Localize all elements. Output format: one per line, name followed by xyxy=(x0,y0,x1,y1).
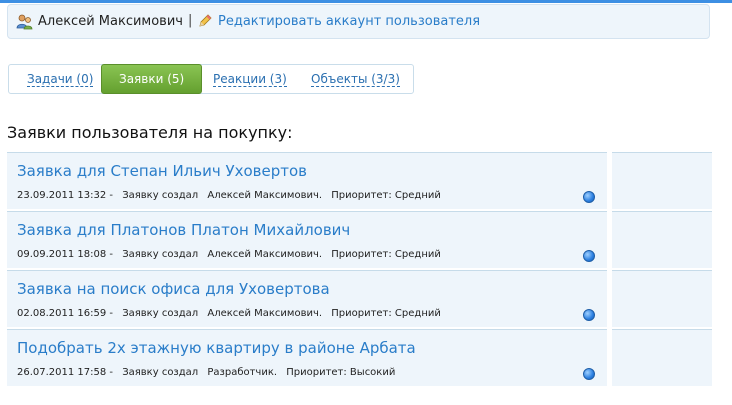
side-panel-cell xyxy=(612,329,712,386)
request-date: 02.08.2011 16:59 - xyxy=(17,308,114,319)
top-accent-line xyxy=(0,0,732,3)
user-bar: Алексей Максимович | Редактировать аккау… xyxy=(7,4,710,39)
pencil-icon xyxy=(199,14,212,27)
request-priority: Приоритет: Средний xyxy=(331,190,441,201)
request-title-link[interactable]: Заявка для Степан Ильич Уховертов xyxy=(17,162,307,180)
separator: | xyxy=(188,13,193,28)
request-title-link[interactable]: Заявка на поиск офиса для Уховертова xyxy=(17,280,330,298)
request-meta: 09.09.2011 18:08 - Заявку создал Алексей… xyxy=(17,249,447,260)
list-item: Заявка для Платонов Платон Михайлович 09… xyxy=(7,211,607,268)
request-action: Заявку создал xyxy=(122,249,199,260)
section-title: Заявки пользователя на покупку: xyxy=(7,123,293,142)
request-author: Алексей Максимович. xyxy=(207,249,323,260)
request-meta: 26.07.2011 17:58 - Заявку создал Разрабо… xyxy=(17,367,401,378)
status-dot-icon xyxy=(583,250,595,262)
request-priority: Приоритет: Высокий xyxy=(286,367,396,378)
request-date: 26.07.2011 17:58 - xyxy=(17,367,114,378)
request-meta: 02.08.2011 16:59 - Заявку создал Алексей… xyxy=(17,308,447,319)
request-title-link[interactable]: Заявка для Платонов Платон Михайлович xyxy=(17,221,350,239)
request-author: Разработчик. xyxy=(207,367,278,378)
edit-account-link[interactable]: Редактировать аккаунт пользователя xyxy=(218,14,480,29)
request-title-link[interactable]: Подобрать 2х этажную квартиру в районе А… xyxy=(17,339,416,357)
request-priority: Приоритет: Средний xyxy=(331,308,441,319)
request-meta: 23.09.2011 13:32 - Заявку создал Алексей… xyxy=(17,190,447,201)
side-panel-cell xyxy=(612,211,712,268)
list-item: Заявка для Степан Ильич Уховертов 23.09.… xyxy=(7,152,607,209)
status-dot-icon xyxy=(583,309,595,321)
side-panel-cell xyxy=(612,270,712,327)
status-dot-icon xyxy=(583,191,595,203)
request-action: Заявку создал xyxy=(122,308,199,319)
list-item: Заявка на поиск офиса для Уховертова 02.… xyxy=(7,270,607,327)
request-author: Алексей Максимович. xyxy=(207,308,323,319)
users-icon xyxy=(16,14,33,30)
tab-reactions[interactable]: Реакции (3) xyxy=(213,72,287,87)
request-date: 09.09.2011 18:08 - xyxy=(17,249,114,260)
list-item: Подобрать 2х этажную квартиру в районе А… xyxy=(7,329,607,386)
request-action: Заявку создал xyxy=(122,190,199,201)
side-panel-cell xyxy=(612,152,712,209)
tab-tasks[interactable]: Задачи (0) xyxy=(27,72,94,87)
user-name: Алексей Максимович xyxy=(38,14,183,29)
status-dot-icon xyxy=(583,368,595,380)
request-priority: Приоритет: Средний xyxy=(331,249,441,260)
request-action: Заявку создал xyxy=(122,367,199,378)
tabs-bar: Задачи (0) Заявки (5) Реакции (3) Объект… xyxy=(8,64,414,94)
tab-objects[interactable]: Объекты (3/3) xyxy=(311,72,400,87)
request-author: Алексей Максимович. xyxy=(207,190,323,201)
tab-requests[interactable]: Заявки (5) xyxy=(101,64,203,94)
request-date: 23.09.2011 13:32 - xyxy=(17,190,114,201)
